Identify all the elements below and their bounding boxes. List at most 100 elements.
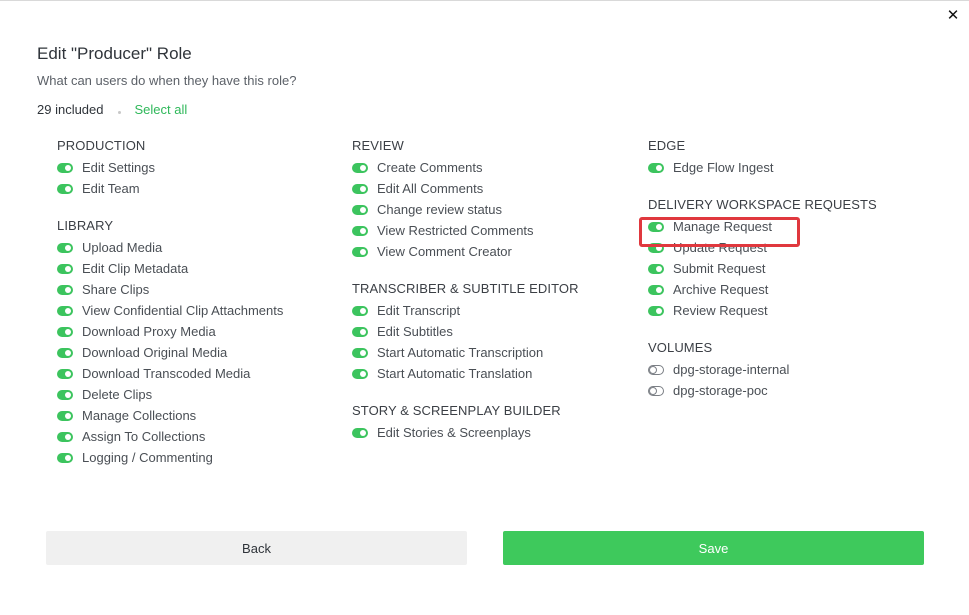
toggle-on-icon[interactable] <box>57 452 73 463</box>
toggle-on-icon[interactable] <box>648 263 664 274</box>
toggle-on-icon[interactable] <box>57 183 73 194</box>
toggle-on-icon[interactable] <box>352 326 368 337</box>
toggle-on-icon[interactable] <box>57 284 73 295</box>
permission-item-upload-media: Upload Media <box>57 239 297 257</box>
select-all-link[interactable]: Select all <box>135 102 188 117</box>
permission-label: Change review status <box>377 202 503 217</box>
permission-label: Edge Flow Ingest <box>673 160 774 175</box>
section-title: VOLUMES <box>648 340 713 355</box>
permission-item-download-transcoded-media: Download Transcoded Media <box>57 365 297 383</box>
permission-label: Update Request <box>673 240 767 255</box>
toggle-off-icon[interactable] <box>648 385 664 396</box>
toggle-on-icon[interactable] <box>352 204 368 215</box>
toggle-on-icon[interactable] <box>352 368 368 379</box>
toggle-on-icon[interactable] <box>57 326 73 337</box>
permission-item-edit-team: Edit Team <box>57 180 297 198</box>
permission-item-edit-clip-metadata: Edit Clip Metadata <box>57 260 297 278</box>
toggle-on-icon[interactable] <box>352 427 368 438</box>
section-edge: EDGE Edge Flow Ingest <box>648 138 888 177</box>
permission-label: Edit All Comments <box>377 181 484 196</box>
permission-summary: 29 included Select all <box>37 101 187 117</box>
toggle-on-icon[interactable] <box>57 162 73 173</box>
toggle-on-icon[interactable] <box>648 242 664 253</box>
permission-item-change-review-status: Change review status <box>352 201 592 219</box>
section-transcriber: TRANSCRIBER & SUBTITLE EDITOR Edit Transc… <box>352 281 592 383</box>
toggle-on-icon[interactable] <box>648 305 664 316</box>
permission-item-edge-flow-ingest: Edge Flow Ingest <box>648 159 888 177</box>
permission-label: Logging / Commenting <box>82 450 213 465</box>
section-title: STORY & SCREENPLAY BUILDER <box>352 403 561 418</box>
permission-label: Download Transcoded Media <box>82 366 251 381</box>
permission-item-download-proxy-media: Download Proxy Media <box>57 323 297 341</box>
toggle-on-icon[interactable] <box>57 368 73 379</box>
toggle-on-icon[interactable] <box>352 162 368 173</box>
toggle-on-icon[interactable] <box>57 242 73 253</box>
permission-label: Edit Settings <box>82 160 155 175</box>
toggle-on-icon[interactable] <box>352 225 368 236</box>
section-library: LIBRARY Upload Media Edit Clip Metadata Sha… <box>57 218 297 467</box>
toggle-on-icon[interactable] <box>648 284 664 295</box>
permission-label: Upload Media <box>82 240 163 255</box>
permission-item-share-clips: Share Clips <box>57 281 297 299</box>
permissions-column-3: EDGE Edge Flow Ingest DELIVERY WORKSPACE … <box>648 138 888 403</box>
toggle-on-icon[interactable] <box>352 305 368 316</box>
permission-label: Edit Stories & Screenplays <box>377 425 531 440</box>
permission-label: Start Automatic Transcription <box>377 345 544 360</box>
toggle-on-icon[interactable] <box>648 162 664 173</box>
toggle-on-icon[interactable] <box>648 221 664 232</box>
toggle-on-icon[interactable] <box>352 183 368 194</box>
permission-item-create-comments: Create Comments <box>352 159 592 177</box>
permission-item-assign-to-collections: Assign To Collections <box>57 428 297 446</box>
dialog-subtitle: What can users do when they have this ro… <box>37 73 297 88</box>
permission-label: Edit Clip Metadata <box>82 261 189 276</box>
toggle-on-icon[interactable] <box>57 305 73 316</box>
permission-item-edit-stories-screenplays: Edit Stories & Screenplays <box>352 424 592 442</box>
permission-item-edit-transcript: Edit Transcript <box>352 302 592 320</box>
permission-item-edit-subtitles: Edit Subtitles <box>352 323 592 341</box>
permission-label: Edit Subtitles <box>377 324 453 339</box>
toggle-on-icon[interactable] <box>57 389 73 400</box>
permission-item-view-restricted-comments: View Restricted Comments <box>352 222 592 240</box>
toggle-on-icon[interactable] <box>57 410 73 421</box>
permission-item-download-original-media: Download Original Media <box>57 344 297 362</box>
toggle-on-icon[interactable] <box>352 246 368 257</box>
permission-label: Submit Request <box>673 261 766 276</box>
permission-item-start-automatic-transcription: Start Automatic Transcription <box>352 344 592 362</box>
permission-item-start-automatic-translation: Start Automatic Translation <box>352 365 592 383</box>
permission-item-dpg-storage-internal: dpg-storage-internal <box>648 361 888 379</box>
permission-label: Edit Transcript <box>377 303 461 318</box>
permission-item-manage-collections: Manage Collections <box>57 407 297 425</box>
toggle-on-icon[interactable] <box>57 347 73 358</box>
permission-label: Download Original Media <box>82 345 228 360</box>
save-button[interactable]: Save <box>503 531 924 565</box>
permission-label: Delete Clips <box>82 387 153 402</box>
permission-item-view-comment-creator: View Comment Creator <box>352 243 592 261</box>
toggle-on-icon[interactable] <box>57 431 73 442</box>
section-title: REVIEW <box>352 138 404 153</box>
permission-label: Archive Request <box>673 282 769 297</box>
permission-item-review-request: Review Request <box>648 302 888 320</box>
permission-label: View Restricted Comments <box>377 223 534 238</box>
dialog-title: Edit "Producer" Role <box>37 44 192 63</box>
section-review: REVIEW Create Comments Edit All Comments Ch… <box>352 138 592 261</box>
permission-label: Review Request <box>673 303 768 318</box>
section-production: PRODUCTION Edit Settings Edit Team <box>57 138 297 198</box>
close-icon[interactable]: ✕ <box>945 8 961 24</box>
section-volumes: VOLUMES dpg-storage-internal dpg-storage-p… <box>648 340 888 400</box>
toggle-on-icon[interactable] <box>57 263 73 274</box>
toggle-off-icon[interactable] <box>648 364 664 375</box>
section-title: DELIVERY WORKSPACE REQUESTS <box>648 197 877 212</box>
permission-label: Start Automatic Translation <box>377 366 533 381</box>
top-border <box>0 0 969 1</box>
toggle-on-icon[interactable] <box>352 347 368 358</box>
section-delivery: DELIVERY WORKSPACE REQUESTS Manage Reques… <box>648 197 888 320</box>
permission-item-logging-commenting: Logging / Commenting <box>57 449 297 467</box>
permission-label: Create Comments <box>377 160 483 175</box>
permission-item-archive-request: Archive Request <box>648 281 888 299</box>
back-button[interactable]: Back <box>46 531 467 565</box>
permission-item-dpg-storage-poc: dpg-storage-poc <box>648 382 888 400</box>
permission-label: Edit Team <box>82 181 140 196</box>
permission-label: Share Clips <box>82 282 150 297</box>
permission-item-update-request: Update Request <box>648 239 888 257</box>
permission-label: Manage Request <box>673 219 773 234</box>
